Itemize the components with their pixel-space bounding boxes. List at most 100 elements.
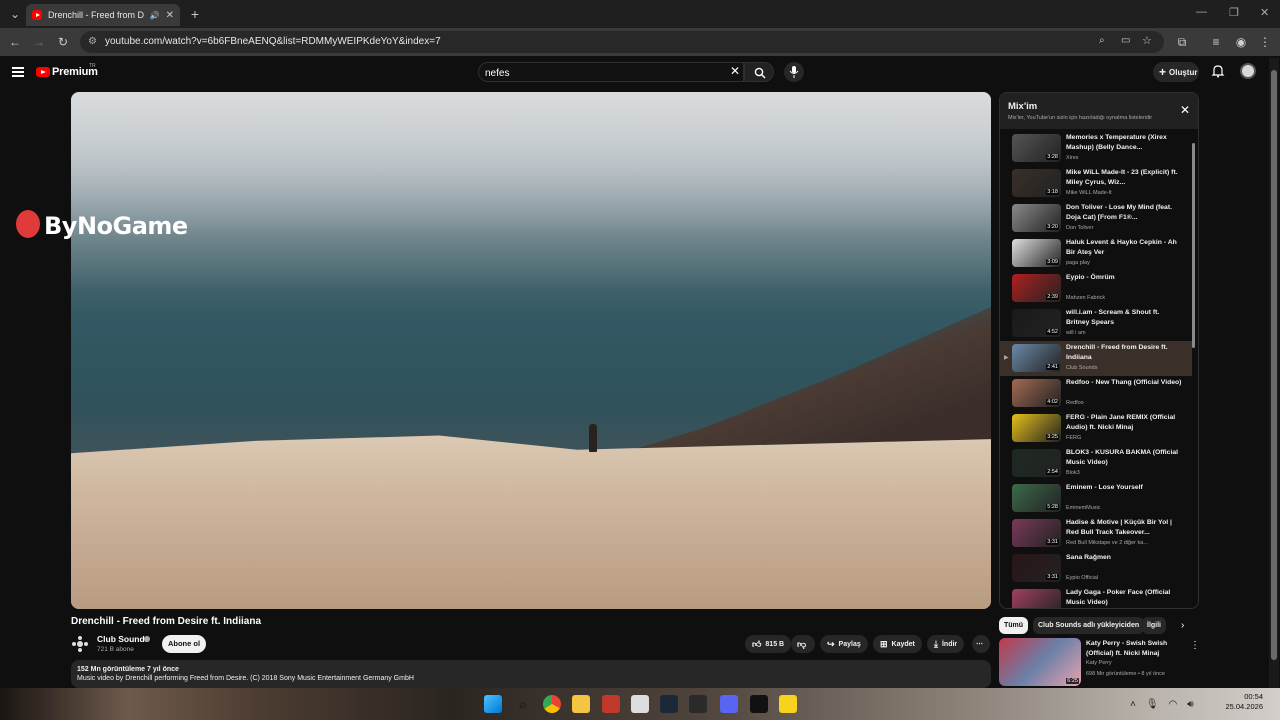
forward-icon[interactable]: → — [31, 34, 47, 50]
tray-mic-icon[interactable]: 🎙︎ — [1146, 699, 1159, 710]
channel-name[interactable]: Club Sounds — [97, 634, 149, 644]
related-title[interactable]: Katy Perry - Swish Swish (Official) ft. … — [1086, 639, 1186, 658]
mix-item-thumbnail[interactable]: 3:09 — [1012, 239, 1061, 267]
steam-icon[interactable] — [660, 695, 678, 713]
back-icon[interactable]: ← — [7, 34, 23, 50]
mix-item-thumbnail[interactable]: 3:34 — [1012, 589, 1061, 608]
tray-volume-icon[interactable]: 🔊︎ — [1187, 699, 1193, 710]
save-button[interactable]: ⊞ Kaydet — [873, 635, 922, 653]
video-player[interactable] — [71, 92, 991, 609]
extensions-icon[interactable]: ⧉ — [1174, 34, 1190, 50]
profile-icon[interactable]: ◉ — [1233, 34, 1249, 50]
mix-item-thumbnail[interactable]: 2:39 — [1012, 274, 1061, 302]
address-bar[interactable]: ⚙ youtube.com/watch?v=6b6FBneAENQ&list=R… — [80, 31, 1164, 53]
taskbar-search-icon[interactable]: ⌕ — [514, 695, 532, 713]
start-windows-icon[interactable] — [484, 695, 502, 713]
mix-item[interactable]: 3:31 Sana Rağmen Eypio Official — [1000, 551, 1192, 586]
related-channel[interactable]: Katy Perry — [1086, 660, 1112, 666]
search-button[interactable] — [744, 62, 774, 82]
discord-icon[interactable] — [720, 695, 738, 713]
mix-item[interactable]: 4:52 will.i.am - Scream & Shout ft. Britn… — [1000, 306, 1192, 341]
like-button[interactable]: 👍︎ 815 B — [745, 635, 792, 653]
search-input[interactable] — [485, 65, 715, 81]
mix-item-thumbnail[interactable]: 3:31 — [1012, 554, 1061, 582]
chip-all[interactable]: Tümü — [999, 617, 1029, 634]
share-button[interactable]: ↪ Paylaş — [820, 635, 868, 653]
related-thumbnail[interactable]: 6:25 — [999, 638, 1081, 686]
related-video-card[interactable]: 6:25 Katy Perry - Swish Swish (Official)… — [999, 638, 1200, 686]
taskbar-clock[interactable]: 00:54 25.04.2026 — [1213, 692, 1263, 712]
youtube-logo-icon[interactable] — [36, 67, 50, 77]
mix-item-thumbnail[interactable]: 5:28 — [1012, 484, 1061, 512]
zoom-icon[interactable]: ⌕ — [1099, 35, 1105, 46]
cast-icon[interactable]: ▭ — [1121, 35, 1130, 46]
capcut-icon[interactable] — [631, 695, 649, 713]
voice-search-button[interactable] — [784, 62, 804, 82]
menu-icon[interactable] — [12, 67, 24, 77]
mix-item[interactable]: 3:20 Don Toliver - Lose My Mind (feat. Do… — [1000, 201, 1192, 236]
mix-item[interactable]: 3:09 Haluk Levent & Hayko Cepkin - Ah Bir… — [1000, 236, 1192, 271]
reload-icon[interactable]: ↻ — [55, 34, 71, 50]
mix-item[interactable]: 4:02 Redfoo - New Thang (Official Video) R… — [1000, 376, 1192, 411]
mix-item[interactable]: 3:25 FERG - Plain Jane REMIX (Official Au… — [1000, 411, 1192, 446]
chips-next-chevron-icon[interactable]: › — [1181, 620, 1184, 631]
tab-search-chevron-icon[interactable]: ⌄ — [6, 5, 24, 23]
mix-item[interactable]: 3:34 Lady Gaga - Poker Face (Official Mus… — [1000, 586, 1192, 608]
mix-item-thumbnail[interactable]: 4:52 — [1012, 309, 1061, 337]
verified-badge-icon — [144, 636, 150, 642]
tab-close-icon[interactable]: ✕ — [166, 10, 174, 21]
download-icon: ⤓ — [934, 638, 938, 649]
create-button[interactable]: + Oluştur — [1153, 62, 1199, 82]
reading-list-icon[interactable]: ≡ — [1208, 34, 1224, 50]
tray-chevron-icon[interactable]: ˄ — [1130, 699, 1136, 710]
mix-item[interactable]: 3:31 Hadise & Motive | Küçük Bir Yol | Re… — [1000, 516, 1192, 551]
mix-item-thumbnail[interactable]: 3:20 — [1012, 204, 1061, 232]
sticky-notes-icon[interactable] — [779, 695, 797, 713]
bookmark-star-icon[interactable]: ☆ — [1142, 34, 1152, 47]
mix-item-title: Hadise & Motive | Küçük Bir Yol | Red Bu… — [1066, 519, 1172, 536]
search-box[interactable] — [478, 62, 744, 82]
minimize-icon[interactable]: — — [1196, 6, 1207, 18]
search-clear-icon[interactable]: ✕ — [729, 65, 741, 77]
mix-item[interactable]: 5:28 Eminem - Lose Yourself EminemMusic — [1000, 481, 1192, 516]
mix-close-icon[interactable]: ✕ — [1180, 103, 1190, 117]
epic-games-icon[interactable] — [689, 695, 707, 713]
mix-item-thumbnail[interactable]: 3:28 — [1012, 134, 1061, 162]
dislike-button[interactable]: 👎︎ — [791, 635, 815, 653]
page-scrollbar-thumb[interactable] — [1271, 70, 1277, 660]
notifications-bell-icon[interactable] — [1211, 64, 1225, 78]
site-info-icon[interactable]: ⚙ — [88, 36, 97, 47]
restore-icon[interactable]: ❐ — [1229, 6, 1239, 19]
mix-item-thumbnail[interactable]: 4:02 — [1012, 379, 1061, 407]
mix-scrollbar-thumb[interactable] — [1192, 143, 1195, 348]
download-button[interactable]: ⤓ İndir — [927, 635, 965, 653]
mix-item-thumbnail[interactable]: 2:54 — [1012, 449, 1061, 477]
mix-item[interactable]: 3:18 Mike WiLL Made-It - 23 (Explicit) ft… — [1000, 166, 1192, 201]
mix-item[interactable]: 2:39 Eypio - Ömrüm Mahzen Fabrick — [1000, 271, 1192, 306]
mix-item-thumbnail[interactable]: 3:31 — [1012, 519, 1061, 547]
channel-avatar[interactable] — [71, 635, 89, 653]
chip-related[interactable]: İlgili — [1142, 617, 1166, 634]
window-close-icon[interactable]: ✕ — [1260, 6, 1269, 19]
mix-item[interactable]: ▶ 2:41 Drenchill - Freed from Desire ft. I… — [1000, 341, 1192, 376]
browser-menu-icon[interactable]: ⋮ — [1257, 34, 1273, 50]
mix-item-thumbnail[interactable]: 3:18 — [1012, 169, 1061, 197]
riot-client-icon[interactable] — [750, 695, 768, 713]
chip-from-uploader[interactable]: Club Sounds adlı yükleyiciden — [1033, 617, 1145, 634]
chrome-icon[interactable] — [543, 695, 561, 713]
new-tab-icon[interactable]: + — [186, 5, 204, 23]
file-explorer-icon[interactable] — [572, 695, 590, 713]
mix-item-thumbnail[interactable]: 2:41 — [1012, 344, 1061, 372]
mix-item[interactable]: 2:54 BLOK3 - KUSURA BAKMA (Official Music… — [1000, 446, 1192, 481]
mix-item[interactable]: 3:28 Memories x Temperature (Xirex Mashup… — [1000, 131, 1192, 166]
tray-wifi-icon[interactable]: ◠ — [1169, 699, 1178, 710]
more-actions-button[interactable]: ⋯ — [972, 635, 990, 653]
mix-item-thumbnail[interactable]: 3:25 — [1012, 414, 1061, 442]
related-more-icon[interactable]: ⋮ — [1190, 640, 1200, 651]
browser-tab[interactable]: Drenchill - Freed from Desire ft. Indiia… — [26, 4, 180, 26]
subscribe-button[interactable]: Abone ol — [162, 635, 206, 653]
account-avatar[interactable] — [1240, 63, 1256, 79]
app-icon[interactable] — [602, 695, 620, 713]
speaker-icon[interactable]: 🔊 — [150, 11, 160, 20]
description-box[interactable]: 152 Mn görüntüleme 7 yıl önce Music vide… — [71, 660, 991, 688]
